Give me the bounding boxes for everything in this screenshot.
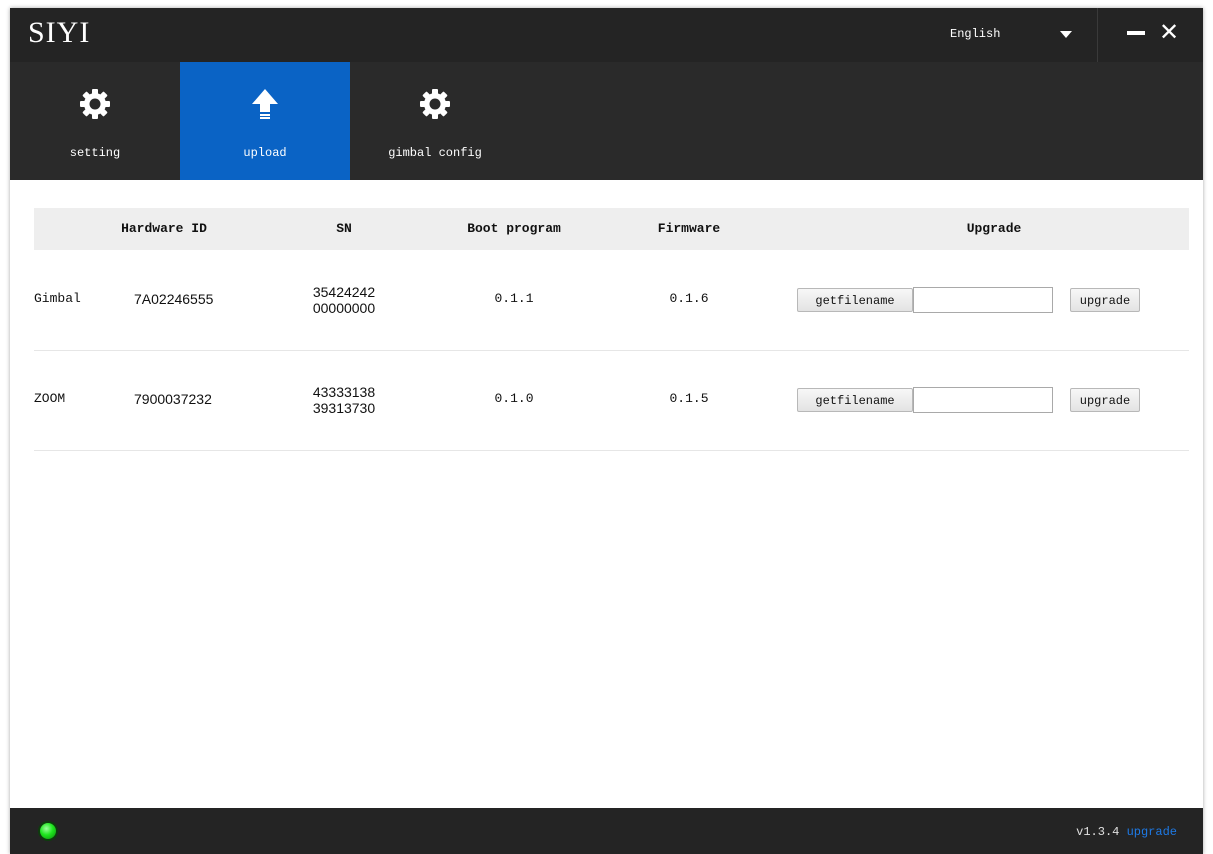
tab-gimbal-config-label: gimbal config	[388, 146, 482, 160]
gear-icon	[80, 89, 110, 119]
language-value: English	[950, 27, 1001, 41]
header-upgrade: Upgrade	[966, 221, 1022, 236]
connection-status-led-icon	[40, 823, 56, 839]
tab-upload[interactable]: upload	[180, 62, 350, 180]
sn-line: 35424242	[312, 284, 376, 300]
upgrade-button[interactable]: upgrade	[1070, 388, 1140, 412]
sn-value: 43333138 39313730	[296, 384, 392, 416]
version-number: v1.3.4	[1076, 825, 1120, 839]
titlebar-divider	[1097, 8, 1098, 62]
header-boot-program: Boot program	[467, 221, 561, 236]
sn-line: 43333138	[312, 384, 376, 400]
sn-line: 39313730	[312, 400, 376, 416]
upload-arrow-icon	[252, 89, 278, 119]
header-hardware-id: Hardware ID	[121, 221, 207, 236]
device-name: ZOOM	[34, 391, 66, 406]
app-window: SIYI English ✕ setting upload gimbal con…	[10, 8, 1203, 854]
firmware-value: 0.1.6	[669, 291, 709, 306]
sn-line: 00000000	[312, 300, 376, 316]
upgrade-link[interactable]: upgrade	[1127, 825, 1177, 839]
getfilename-button[interactable]: getfilename	[797, 388, 913, 412]
version-info: v1.3.4 upgrade	[1076, 825, 1177, 839]
upgrade-button[interactable]: upgrade	[1070, 288, 1140, 312]
tab-gimbal-config[interactable]: gimbal config	[350, 62, 520, 180]
gear-icon	[420, 89, 450, 119]
title-bar[interactable]: SIYI English ✕	[10, 8, 1203, 62]
firmware-value: 0.1.5	[669, 391, 709, 406]
tab-upload-label: upload	[243, 146, 287, 160]
sn-value: 35424242 00000000	[296, 284, 392, 316]
minimize-icon[interactable]	[1125, 22, 1145, 42]
file-path-input[interactable]	[913, 287, 1053, 313]
header-sn: SN	[336, 221, 352, 236]
table-header: Hardware ID SN Boot program Firmware Upg…	[34, 208, 1189, 250]
file-path-input[interactable]	[913, 387, 1053, 413]
status-bar: v1.3.4 upgrade	[10, 808, 1203, 854]
tab-setting-label: setting	[69, 146, 121, 160]
table-row: Gimbal 7A02246555 35424242 00000000 0.1.…	[34, 250, 1189, 351]
boot-program-value: 0.1.1	[494, 291, 534, 306]
main-tabs: setting upload gimbal config	[10, 62, 1203, 180]
header-firmware: Firmware	[657, 221, 721, 236]
chevron-down-icon[interactable]	[1060, 31, 1072, 38]
tab-setting[interactable]: setting	[10, 62, 180, 180]
language-select[interactable]: English	[946, 21, 1096, 47]
upload-panel: Hardware ID SN Boot program Firmware Upg…	[10, 180, 1203, 808]
hardware-id-value: 7A02246555	[134, 291, 214, 307]
getfilename-button[interactable]: getfilename	[797, 288, 913, 312]
close-icon[interactable]: ✕	[1157, 20, 1181, 44]
table-row: ZOOM 7900037232 43333138 39313730 0.1.0 …	[34, 350, 1189, 451]
hardware-id-value: 7900037232	[134, 391, 212, 407]
boot-program-value: 0.1.0	[494, 391, 534, 406]
app-logo: SIYI	[28, 16, 91, 49]
device-name: Gimbal	[34, 291, 81, 306]
